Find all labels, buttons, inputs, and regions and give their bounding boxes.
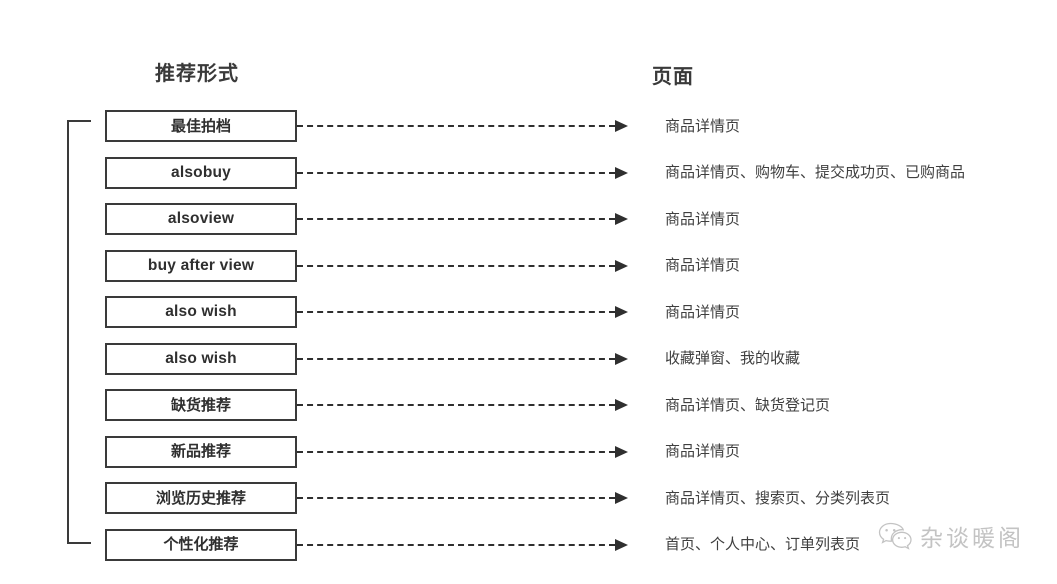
page-list-text: 商品详情页、搜索页、分类列表页 xyxy=(665,489,891,507)
recommendation-form-box[interactable]: also wish xyxy=(105,342,297,375)
recommendation-form-box[interactable]: 缺货推荐 xyxy=(105,389,297,421)
dashed-line xyxy=(297,125,615,127)
recommendation-form-label: 个性化推荐 xyxy=(163,536,239,553)
dashed-line xyxy=(297,171,615,174)
recommendation-form-box[interactable]: 最佳拍档 xyxy=(105,110,297,142)
dashed-arrow-connector xyxy=(297,538,628,551)
column-header-recommendation-form: 推荐形式 xyxy=(155,63,239,85)
recommendation-form-box[interactable]: buy after view xyxy=(105,249,297,282)
dashed-line xyxy=(297,404,615,406)
diagram-row: 缺货推荐 商品详情页、缺货登记页 xyxy=(0,389,1057,421)
diagram-row: 浏览历史推荐 商品详情页、搜索页、分类列表页 xyxy=(0,482,1057,514)
arrow-head-icon xyxy=(615,213,628,225)
page-list-text: 商品详情页 xyxy=(665,303,741,321)
diagram-row: also wish 收藏弹窗、我的收藏 xyxy=(0,342,1057,375)
recommendation-form-label: 缺货推荐 xyxy=(170,396,231,414)
recommendation-form-box[interactable]: 个性化推荐 xyxy=(105,528,297,561)
recommendation-form-box[interactable]: alsoview xyxy=(105,203,297,235)
arrow-head-icon xyxy=(615,166,628,179)
dashed-line xyxy=(297,450,615,453)
recommendation-form-label: 最佳拍档 xyxy=(170,117,231,135)
recommendation-form-label: 浏览历史推荐 xyxy=(155,489,246,507)
dashed-arrow-connector xyxy=(297,166,628,179)
recommendation-form-label: also wish xyxy=(165,303,237,321)
arrow-head-icon xyxy=(615,492,628,504)
dashed-arrow-connector xyxy=(297,259,628,272)
dashed-arrow-connector xyxy=(297,445,628,458)
recommendation-form-box[interactable]: 新品推荐 xyxy=(105,435,297,468)
dashed-line xyxy=(297,311,615,313)
arrow-head-icon xyxy=(615,306,628,318)
recommendation-form-box[interactable]: alsobuy xyxy=(105,156,297,189)
dashed-line xyxy=(297,497,615,499)
dashed-arrow-connector xyxy=(297,213,628,225)
recommendation-form-label: buy after view xyxy=(147,256,255,274)
arrow-head-icon xyxy=(615,445,628,458)
arrow-head-icon xyxy=(615,120,628,132)
recommendation-form-box[interactable]: 浏览历史推荐 xyxy=(105,482,297,514)
diagram-row: alsoview 商品详情页 xyxy=(0,203,1057,235)
diagram-row: buy after view 商品详情页 xyxy=(0,249,1057,282)
diagram-row: 个性化推荐 首页、个人中心、订单列表页 xyxy=(0,528,1057,561)
diagram-row: also wish 商品详情页 xyxy=(0,296,1057,328)
arrow-head-icon xyxy=(615,399,628,411)
recommendation-form-label: 新品推荐 xyxy=(170,443,231,460)
recommendation-form-label: also wish xyxy=(165,349,237,367)
page-list-text: 商品详情页 xyxy=(665,443,741,460)
page-list-text: 商品详情页 xyxy=(665,257,741,274)
dashed-arrow-connector xyxy=(297,120,628,132)
diagram-row: 新品推荐 商品详情页 xyxy=(0,435,1057,468)
page-list-text: 商品详情页、缺货登记页 xyxy=(665,396,831,414)
arrow-head-icon xyxy=(615,352,628,365)
diagram-row: alsobuy 商品详情页、购物车、提交成功页、已购商品 xyxy=(0,156,1057,189)
dashed-arrow-connector xyxy=(297,352,628,365)
dashed-line xyxy=(297,357,615,360)
column-header-page: 页面 xyxy=(652,66,694,88)
page-list-text: 收藏弹窗、我的收藏 xyxy=(665,350,801,367)
arrow-head-icon xyxy=(615,538,628,551)
dashed-arrow-connector xyxy=(297,492,628,504)
diagram-row: 最佳拍档 商品详情页 xyxy=(0,110,1057,142)
recommendation-form-label: alsobuy xyxy=(171,163,231,181)
dashed-line xyxy=(297,218,615,220)
recommendation-form-page-diagram: 推荐形式 页面 最佳拍档 商品详情页 alsobuy 商品详情页、购物车、提交成功页、… xyxy=(0,0,1057,584)
dashed-line xyxy=(297,264,615,267)
page-list-text: 商品详情页 xyxy=(665,210,741,228)
page-list-text: 商品详情页 xyxy=(665,117,741,135)
dashed-line xyxy=(297,543,615,546)
page-list-text: 首页、个人中心、订单列表页 xyxy=(665,536,861,553)
recommendation-form-label: alsoview xyxy=(167,210,235,228)
arrow-head-icon xyxy=(615,259,628,272)
recommendation-form-box[interactable]: also wish xyxy=(105,296,297,328)
page-list-text: 商品详情页、购物车、提交成功页、已购商品 xyxy=(665,164,966,181)
dashed-arrow-connector xyxy=(297,399,628,411)
dashed-arrow-connector xyxy=(297,306,628,318)
